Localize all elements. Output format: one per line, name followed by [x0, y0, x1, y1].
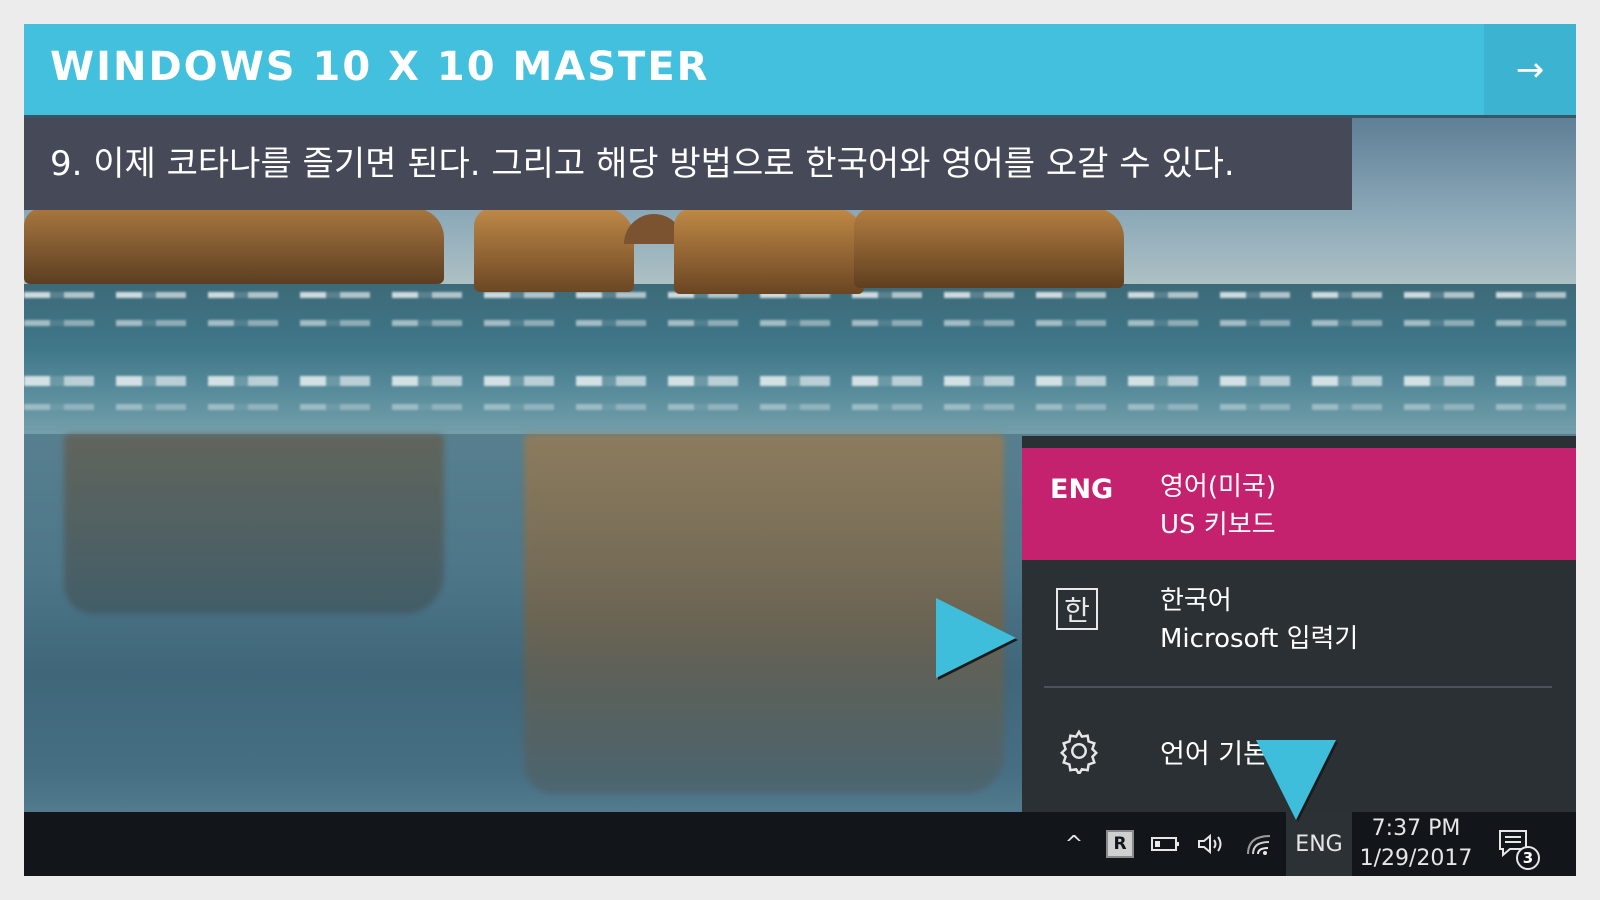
clock-date: 1/29/2017 [1359, 846, 1473, 871]
callout-arrow-right-icon [936, 598, 1016, 678]
notification-count-badge: 3 [1516, 846, 1540, 870]
input-language-indicator[interactable]: ENG [1286, 812, 1352, 876]
r-app-icon[interactable]: R [1100, 812, 1140, 876]
slide-title-bar: WINDOWS 10 X 10 MASTER → [24, 24, 1576, 115]
wallpaper-reflection [524, 434, 1004, 794]
r-app-badge: R [1106, 830, 1134, 858]
wallpaper-sea [24, 284, 1576, 444]
battery-shape [1151, 837, 1179, 851]
wallpaper-rock [854, 208, 1124, 288]
language-option-korean[interactable]: 한 한국어 Microsoft 입력기 [1022, 562, 1576, 674]
next-slide-button[interactable]: → [1484, 24, 1576, 115]
slide-frame: WINDOWS 10 X 10 MASTER → 9. 이제 코타나를 즐기면 … [24, 24, 1576, 876]
wallpaper-wave [24, 404, 1576, 410]
action-center-button[interactable]: 3 [1486, 812, 1542, 876]
gear-icon [1059, 729, 1099, 774]
slide-title: WINDOWS 10 X 10 MASTER [50, 44, 710, 90]
flyout-divider [1044, 686, 1552, 688]
language-name: 영어(미국) [1160, 472, 1276, 502]
clock-time: 7:37 PM [1371, 816, 1461, 841]
wallpaper-rock [674, 208, 864, 294]
wifi-shape [1247, 835, 1271, 855]
taskbar: ^ R ENG 7:37 PM 1/29/2017 3 [24, 812, 1576, 876]
speaker-shape [1198, 833, 1222, 855]
language-name: 한국어 [1160, 586, 1232, 616]
keyboard-name: Microsoft 입력기 [1160, 624, 1359, 654]
taskbar-clock[interactable]: 7:37 PM 1/29/2017 [1358, 812, 1474, 876]
language-option-english[interactable]: ENG 영어(미국) US 키보드 [1022, 448, 1576, 560]
keyboard-name: US 키보드 [1160, 510, 1276, 540]
wallpaper-rock [474, 208, 634, 292]
wallpaper-reflection [64, 434, 444, 614]
callout-arrow-down-icon [1256, 740, 1336, 820]
wallpaper-rock [24, 208, 444, 284]
wallpaper-wave [24, 376, 1576, 386]
volume-icon[interactable] [1190, 812, 1234, 876]
chevron-up-icon[interactable]: ^ [1054, 812, 1094, 876]
wallpaper-wave [24, 320, 1576, 326]
language-text: 영어(미국) US 키보드 [1160, 468, 1276, 544]
wifi-icon[interactable] [1238, 812, 1278, 876]
hangul-icon: 한 [1056, 588, 1098, 630]
language-code: ENG [1050, 474, 1114, 505]
language-text: 한국어 Microsoft 입력기 [1160, 582, 1358, 658]
step-caption: 9. 이제 코타나를 즐기면 된다. 그리고 해당 방법으로 한국어와 영어를 … [24, 118, 1352, 210]
battery-icon[interactable] [1144, 812, 1188, 876]
